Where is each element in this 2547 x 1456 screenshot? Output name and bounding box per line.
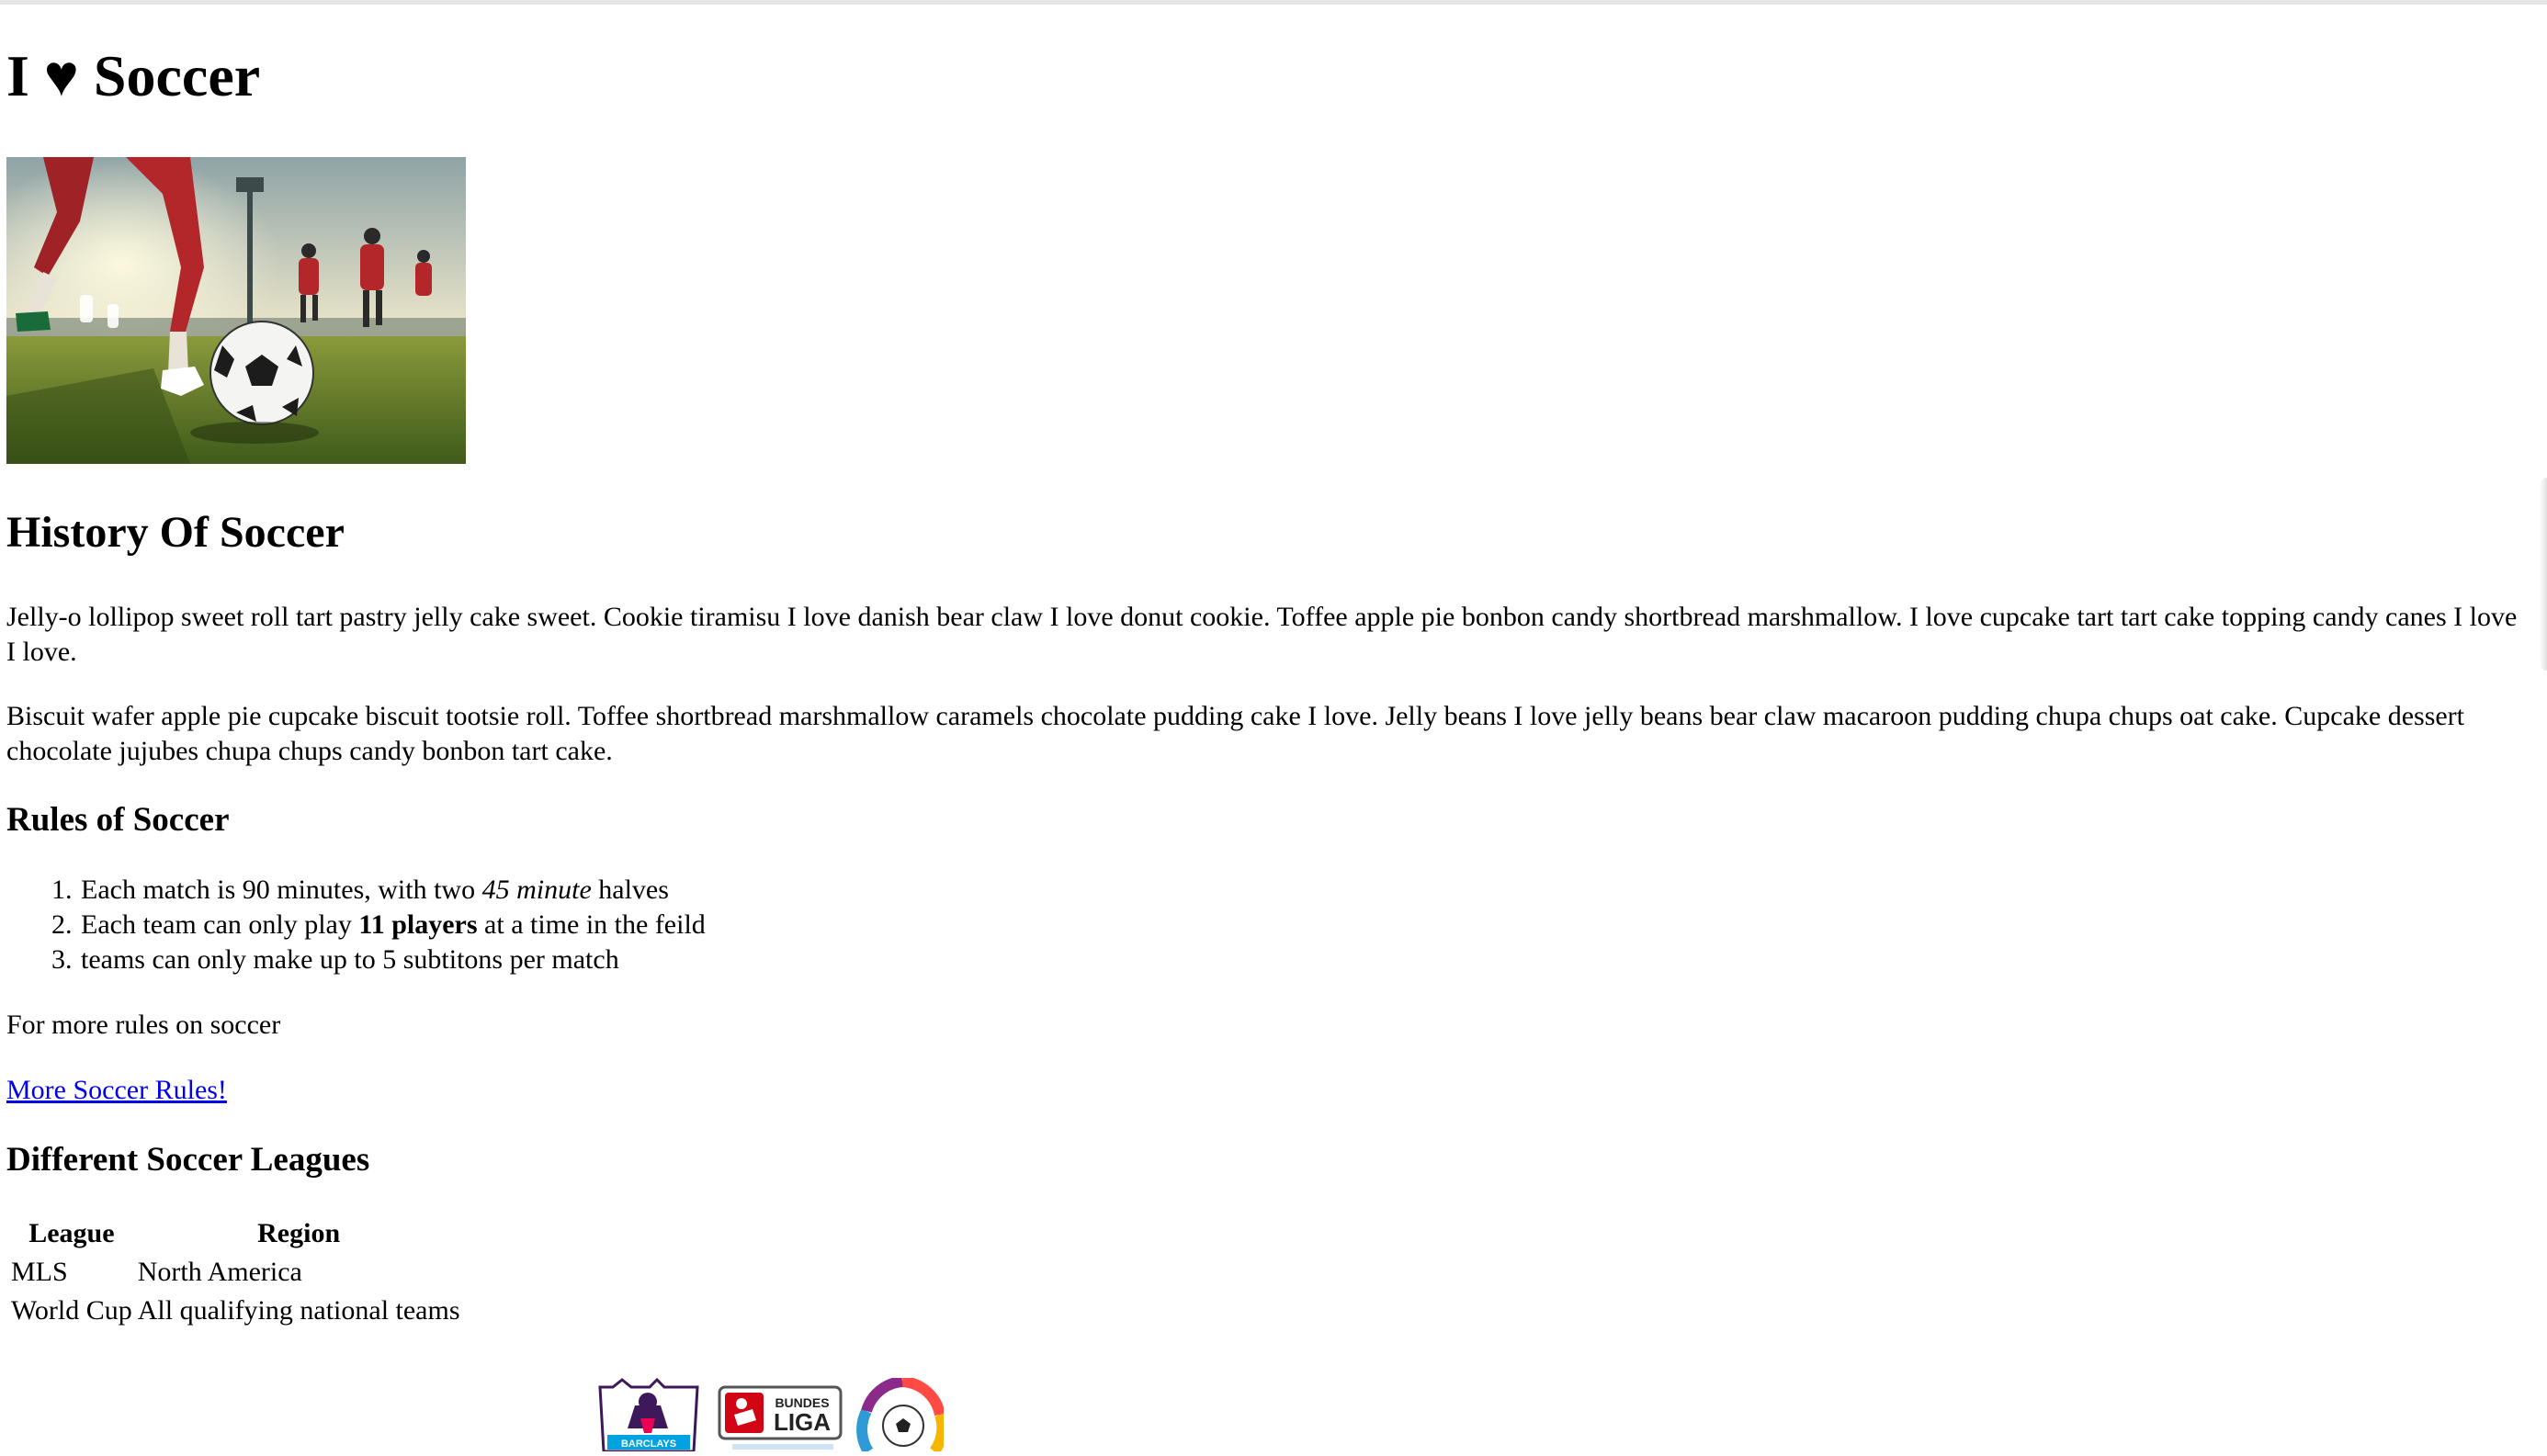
history-paragraph-1: Jelly-o lollipop sweet roll tart pastry … — [6, 602, 2518, 667]
table-row: World Cup All qualifying national teams — [10, 1293, 461, 1328]
page-edge-shadow — [2540, 478, 2547, 671]
rules-heading: Rules of Soccer — [6, 801, 230, 839]
more-soccer-rules-link[interactable]: More Soccer Rules! — [6, 1075, 227, 1105]
browser-top-border — [0, 0, 2547, 5]
table-header-league: League — [28, 1218, 115, 1248]
soccer-hero-image — [6, 157, 466, 464]
table-header-row: League Region — [10, 1216, 461, 1251]
svg-text:LIGA: LIGA — [774, 1408, 831, 1436]
premier-league-logo: BARCLAYS — [598, 1377, 699, 1453]
rule-emphasis: 45 minute — [481, 875, 592, 905]
history-paragraph-2: Biscuit wafer apple pie cupcake biscuit … — [6, 701, 2465, 766]
table-cell-region: All qualifying national teams — [137, 1295, 460, 1326]
history-heading: History Of Soccer — [6, 508, 345, 557]
leagues-heading: Different Soccer Leagues — [6, 1141, 370, 1179]
league-logos: BARCLAYS BUNDES LIGA — [594, 1376, 948, 1455]
table-cell-league: MLS — [11, 1257, 68, 1287]
rule-item: teams can only make up to 5 subtitons pe… — [79, 942, 706, 977]
more-rules-text: For more rules on soccer — [6, 1010, 281, 1040]
page-title: I ♥ Soccer — [6, 43, 261, 108]
rules-list: Each match is 90 minutes, with two 45 mi… — [6, 873, 706, 977]
rule-strong: 11 players — [358, 909, 478, 940]
svg-text:BARCLAYS: BARCLAYS — [621, 1439, 676, 1450]
rule-item: Each team can only play 11 players at a … — [79, 908, 706, 942]
table-row: MLS North America — [10, 1255, 461, 1290]
table-cell-region: North America — [137, 1257, 302, 1287]
bundesliga-logo: BUNDES LIGA — [718, 1385, 843, 1450]
laliga-logo — [856, 1376, 948, 1455]
table-header-region: Region — [257, 1218, 341, 1248]
table-cell-league: World Cup — [11, 1295, 132, 1326]
rule-item: Each match is 90 minutes, with two 45 mi… — [79, 873, 706, 908]
leagues-table: League Region MLS North America World Cu… — [6, 1213, 465, 1332]
